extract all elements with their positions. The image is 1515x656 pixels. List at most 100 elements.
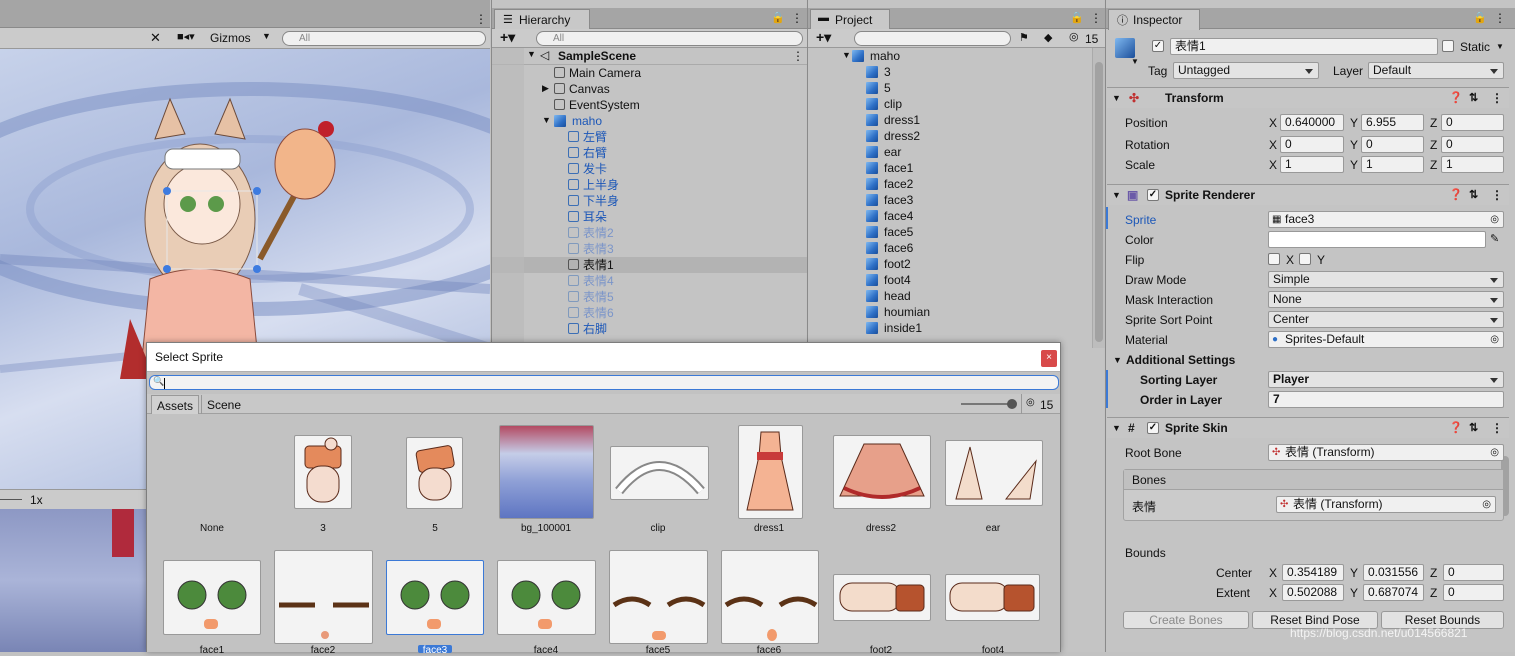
sprite-renderer-header[interactable]: ▼ ▣ ✓ Sprite Renderer ❓ ⇅ ⋮ xyxy=(1107,184,1509,205)
sort-point-dropdown[interactable]: Center xyxy=(1268,311,1504,328)
slider-handle[interactable] xyxy=(1007,399,1017,409)
dialog-titlebar[interactable]: Select Sprite × xyxy=(147,343,1060,372)
object-picker-icon[interactable]: ◎ xyxy=(1490,445,1499,460)
tag-dropdown[interactable]: Untagged xyxy=(1173,62,1319,79)
project-item[interactable]: 5 xyxy=(866,80,891,96)
hierarchy-item[interactable]: 耳朵 xyxy=(568,209,607,225)
sprite-thumb-dress1[interactable] xyxy=(738,425,803,519)
project-item[interactable]: ear xyxy=(866,144,901,160)
center-y-field[interactable]: 0.031556 xyxy=(1363,564,1424,581)
filter-type-icon[interactable]: ⚑ xyxy=(1019,31,1029,44)
hierarchy-add-button[interactable]: +▾ xyxy=(500,29,515,46)
position-z-field[interactable]: 0 xyxy=(1441,114,1504,131)
project-add-button[interactable]: +▾ xyxy=(816,29,831,46)
zoom-slider[interactable] xyxy=(0,499,22,500)
bone-transform-field[interactable]: ✣ 表情 (Transform) ◎ xyxy=(1276,496,1496,513)
presets-icon[interactable]: ⇅ xyxy=(1469,418,1478,438)
position-y-field[interactable]: 6.955 xyxy=(1361,114,1424,131)
project-search-input[interactable] xyxy=(854,31,1011,46)
sprite-renderer-enabled-checkbox[interactable]: ✓ xyxy=(1147,189,1159,201)
hierarchy-item[interactable]: 下半身 xyxy=(568,193,619,209)
material-object-field[interactable]: ● Sprites-Default ◎ xyxy=(1268,331,1504,348)
sprite-thumb-dress2[interactable] xyxy=(833,435,931,509)
component-menu-icon[interactable]: ⋮ xyxy=(1491,88,1503,108)
project-item[interactable]: inside1 xyxy=(866,320,922,336)
active-checkbox[interactable]: ✓ xyxy=(1152,40,1164,52)
flip-x-checkbox[interactable] xyxy=(1268,253,1280,265)
sprite-thumb-clip[interactable] xyxy=(610,446,709,500)
hierarchy-item[interactable]: 右臂 xyxy=(568,145,607,161)
gizmos-dropdown-icon[interactable]: ▼ xyxy=(262,31,271,41)
rotation-x-field[interactable]: 0 xyxy=(1280,136,1344,153)
component-menu-icon[interactable]: ⋮ xyxy=(1491,185,1503,205)
position-x-field[interactable]: 0.640000 xyxy=(1280,114,1344,131)
help-icon[interactable]: ❓ xyxy=(1449,185,1463,205)
fold-icon[interactable]: ▼ xyxy=(1112,88,1121,108)
project-item[interactable]: foot2 xyxy=(866,256,911,272)
project-item[interactable]: face4 xyxy=(866,208,913,224)
sprite-thumb-face6[interactable] xyxy=(721,550,819,644)
object-picker-icon[interactable]: ◎ xyxy=(1490,332,1499,347)
scrollbar-thumb[interactable] xyxy=(1095,62,1103,342)
hierarchy-item[interactable]: 表情2 xyxy=(568,225,614,241)
hierarchy-item[interactable]: maho xyxy=(554,113,602,129)
dialog-close-button[interactable]: × xyxy=(1041,350,1057,367)
color-field[interactable] xyxy=(1268,231,1486,248)
scene-search-input[interactable]: All xyxy=(282,31,486,46)
rotation-y-field[interactable]: 0 xyxy=(1361,136,1424,153)
project-item[interactable]: clip xyxy=(866,96,902,112)
hierarchy-search-input[interactable]: All xyxy=(536,31,803,46)
create-bones-button[interactable]: Create Bones xyxy=(1123,611,1249,629)
gizmos-button[interactable]: Gizmos xyxy=(210,31,251,45)
hierarchy-item-selected[interactable]: 表情1 xyxy=(568,257,614,273)
component-menu-icon[interactable]: ⋮ xyxy=(1491,418,1503,438)
filter-label-icon[interactable]: ◆ xyxy=(1044,31,1052,44)
sprite-skin-enabled-checkbox[interactable]: ✓ xyxy=(1147,422,1159,434)
sprite-thumb-face3[interactable] xyxy=(386,560,484,635)
extent-x-field[interactable]: 0.502088 xyxy=(1282,584,1344,601)
thumbnail-size-slider[interactable] xyxy=(961,399,1017,409)
lock-icon[interactable]: 🔒 xyxy=(771,11,785,24)
presets-icon[interactable]: ⇅ xyxy=(1469,185,1478,205)
fold-icon[interactable]: ▼ xyxy=(1112,418,1121,438)
project-item[interactable]: face5 xyxy=(866,224,913,240)
hidden-toggle[interactable]: ◎ 15 xyxy=(1021,394,1059,414)
project-item[interactable]: face6 xyxy=(866,240,913,256)
additional-fold-icon[interactable]: ▼ xyxy=(1113,355,1122,365)
static-checkbox[interactable] xyxy=(1442,40,1454,52)
tab-inspector[interactable]: ⓘ Inspector xyxy=(1108,9,1200,30)
center-x-field[interactable]: 0.354189 xyxy=(1282,564,1344,581)
tab-scene[interactable]: Scene xyxy=(201,395,246,414)
tab-project[interactable]: ▬ Project xyxy=(810,9,890,30)
mask-interaction-dropdown[interactable]: None xyxy=(1268,291,1504,308)
project-item[interactable]: houmian xyxy=(866,304,930,320)
hierarchy-item[interactable]: 表情3 xyxy=(568,241,614,257)
center-z-field[interactable]: 0 xyxy=(1443,564,1504,581)
tab-hierarchy[interactable]: ☰ Hierarchy xyxy=(494,9,590,30)
tools-icon[interactable]: ✕ xyxy=(150,30,161,46)
order-in-layer-field[interactable]: 7 xyxy=(1268,391,1504,408)
hierarchy-item[interactable]: Main Camera xyxy=(554,65,641,81)
hierarchy-item[interactable]: 表情4 xyxy=(568,273,614,289)
project-item[interactable]: dress1 xyxy=(866,112,920,128)
presets-icon[interactable]: ⇅ xyxy=(1469,88,1478,108)
dialog-search-input[interactable]: 🔍 xyxy=(149,375,1059,390)
sprite-thumb-face2[interactable] xyxy=(274,550,373,644)
sprite-thumb-5[interactable] xyxy=(406,437,463,509)
object-picker-icon[interactable]: ◎ xyxy=(1490,212,1499,227)
hidden-count-icon[interactable]: ◎ xyxy=(1069,30,1079,43)
scene-menu-icon[interactable]: ⋮ xyxy=(792,49,804,63)
static-dropdown-icon[interactable]: ▼ xyxy=(1496,42,1504,51)
sprite-thumb-face4[interactable] xyxy=(497,560,596,635)
project-item[interactable]: face1 xyxy=(866,160,913,176)
eye-hidden-icon[interactable]: ◎ xyxy=(1026,397,1035,408)
rotation-z-field[interactable]: 0 xyxy=(1441,136,1504,153)
inspector-menu-icon[interactable]: ⋮ xyxy=(1494,11,1506,25)
maho-folder-expand-icon[interactable]: ▼ xyxy=(842,50,851,60)
scene-menu-icon[interactable]: ⋮ xyxy=(475,12,487,26)
lock-icon[interactable]: 🔒 xyxy=(1473,11,1487,24)
sprite-thumb-3[interactable] xyxy=(294,435,352,509)
object-picker-icon[interactable]: ◎ xyxy=(1482,497,1491,512)
extent-y-field[interactable]: 0.687074 xyxy=(1363,584,1424,601)
game-viewport[interactable] xyxy=(0,509,146,652)
